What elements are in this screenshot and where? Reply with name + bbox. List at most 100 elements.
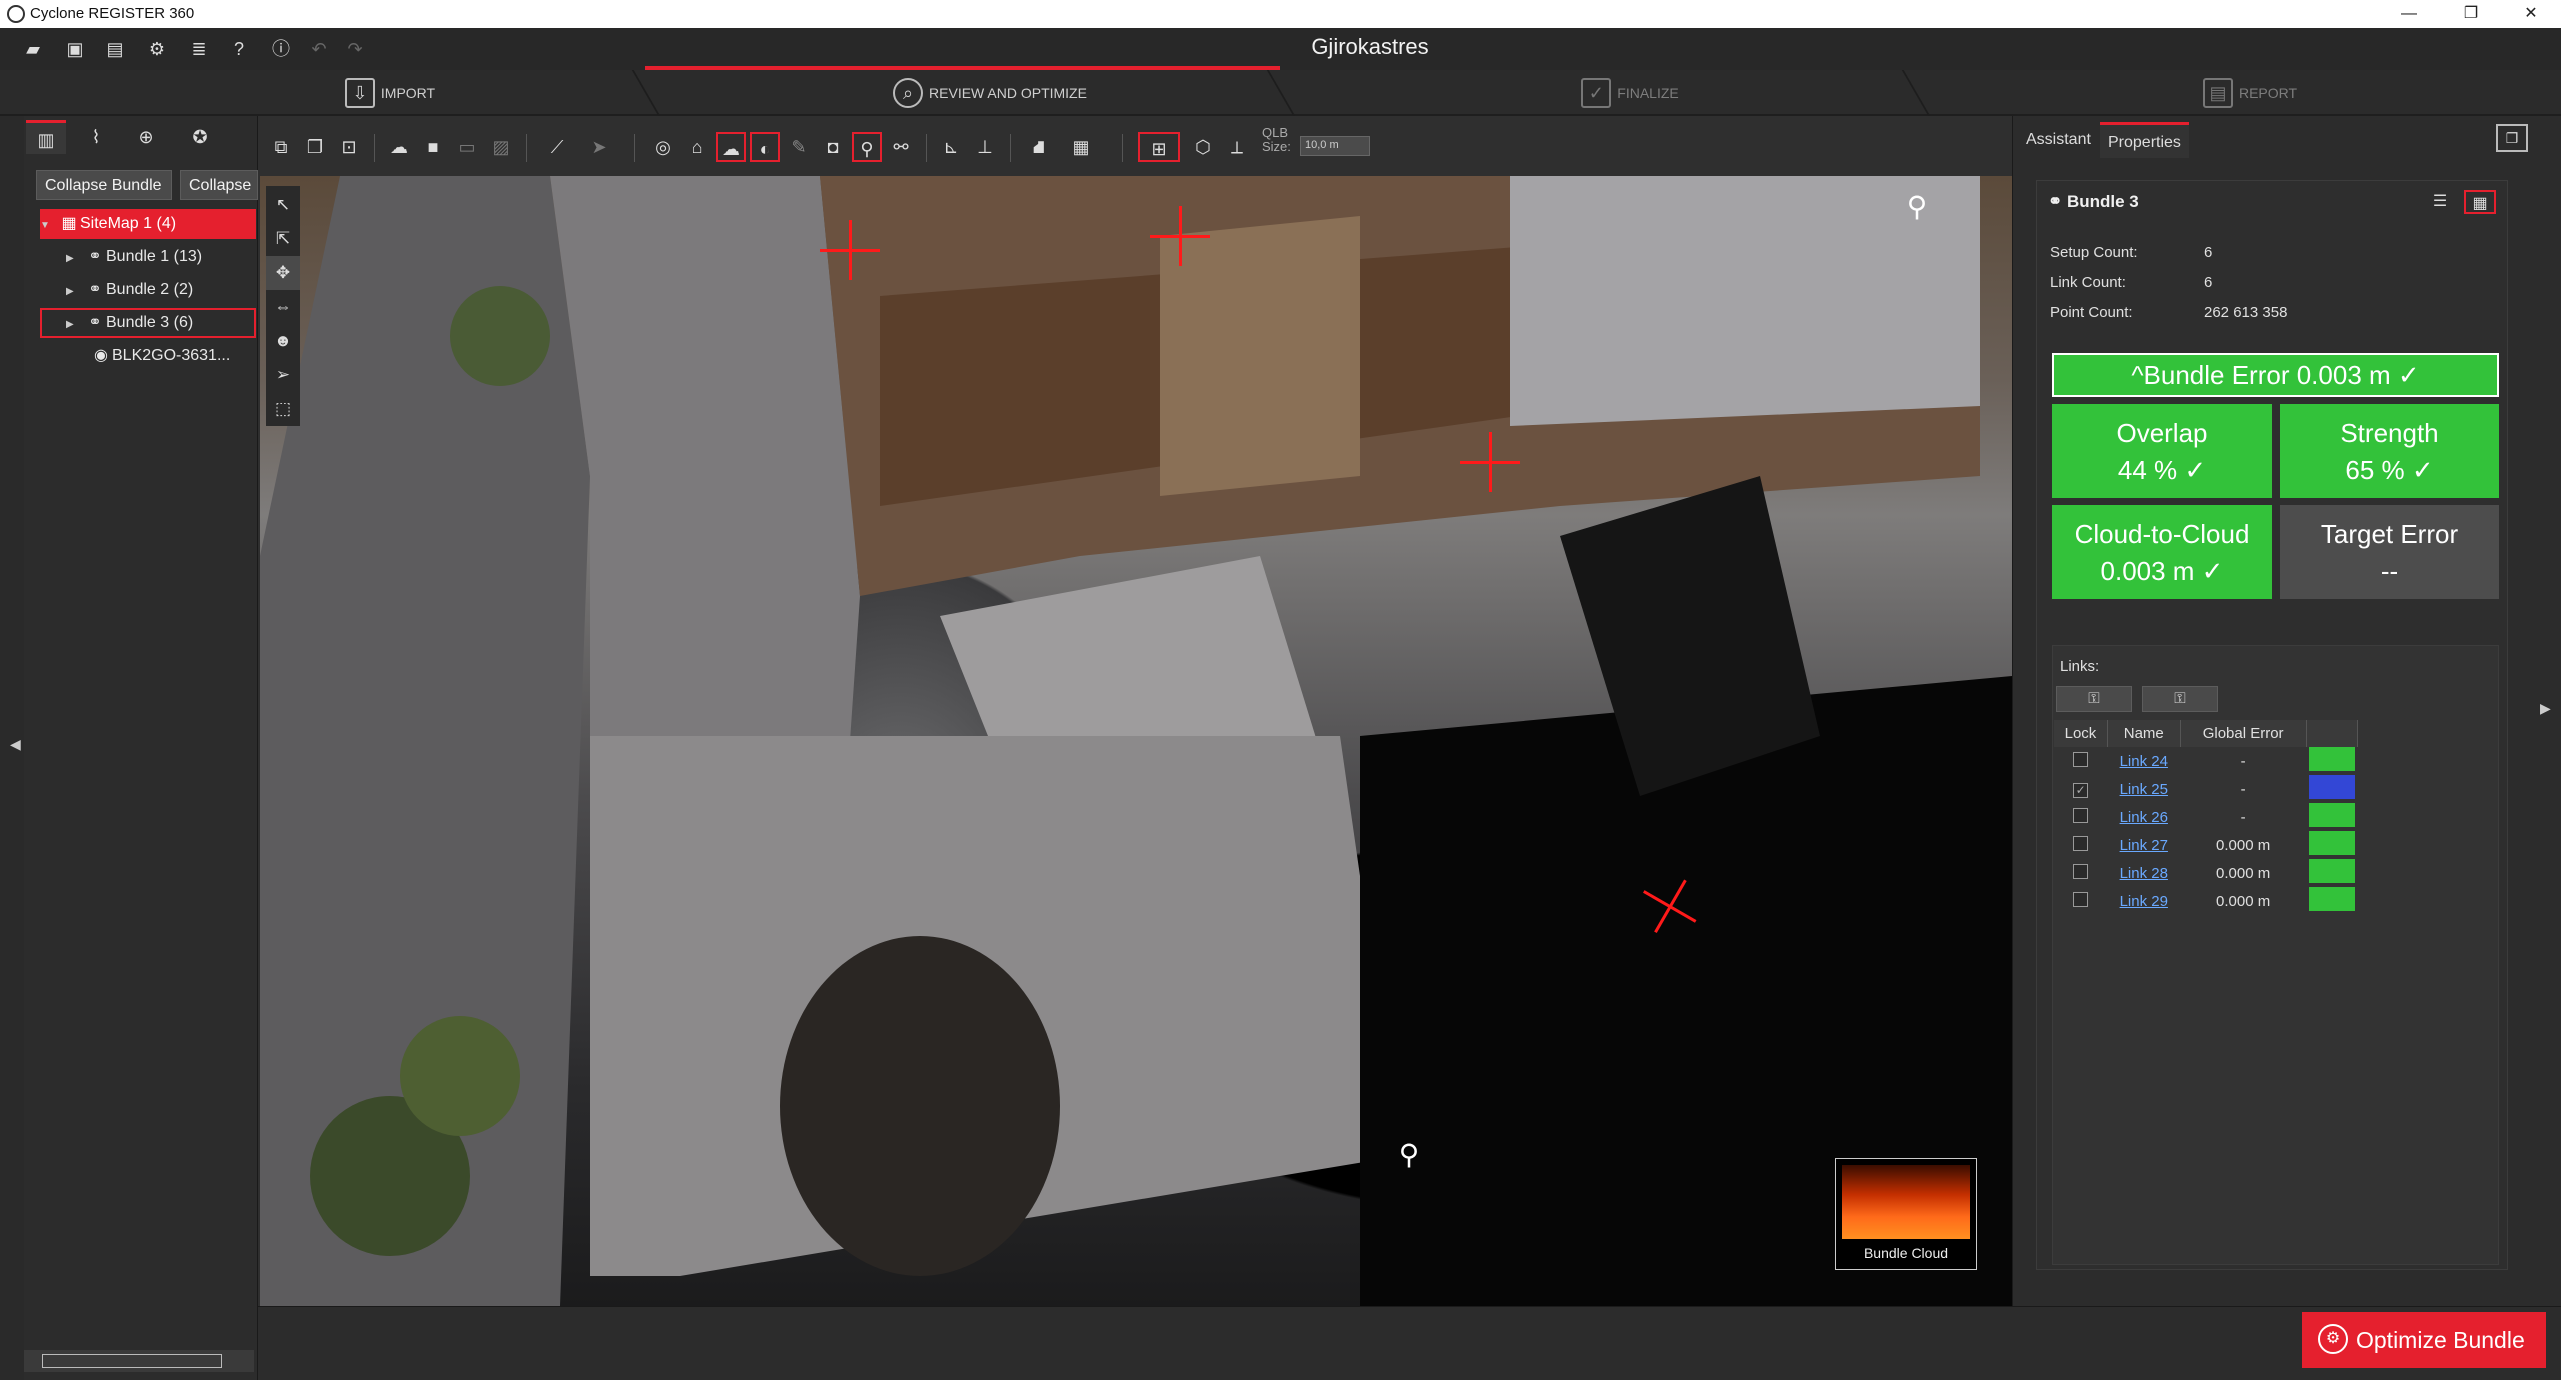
link-name[interactable]: Link 27 bbox=[2107, 831, 2180, 859]
expand-arrow-icon[interactable]: ▼ bbox=[40, 211, 58, 241]
link-name[interactable]: Link 26 bbox=[2107, 803, 2180, 831]
table-row[interactable]: Link 28 0.000 m bbox=[2054, 859, 2358, 887]
point-cloud-viewport[interactable]: ⚲ ⚲ bbox=[260, 176, 2012, 1306]
axis-icon[interactable]: ⊾ bbox=[936, 132, 966, 162]
info-icon[interactable]: ⓘ bbox=[270, 38, 292, 60]
scrollbar-thumb[interactable] bbox=[42, 1354, 222, 1368]
pencil-icon[interactable]: ✎ bbox=[784, 132, 814, 162]
optimize-bundle-button[interactable]: ⚙ Optimize Bundle bbox=[2302, 1312, 2546, 1368]
layout-icon[interactable]: ▤ bbox=[104, 38, 126, 60]
table-row[interactable]: ✓ Link 25 - bbox=[2054, 775, 2358, 803]
collapse-bundle-button[interactable]: Collapse Bundle bbox=[36, 170, 172, 200]
strength-tile[interactable]: Strength 65 % ✓ bbox=[2280, 404, 2499, 498]
measure-icon[interactable]: ⟋ bbox=[542, 132, 572, 162]
cloud-to-cloud-tile[interactable]: Cloud-to-Cloud 0.003 m ✓ bbox=[2052, 505, 2272, 599]
multi-select-icon[interactable]: ⇱ bbox=[266, 222, 300, 256]
link-name[interactable]: Link 25 bbox=[2107, 775, 2180, 803]
link-setup-icon[interactable]: ⚯ bbox=[886, 132, 916, 162]
overlap-tile[interactable]: Overlap 44 % ✓ bbox=[2052, 404, 2272, 498]
lock-checkbox[interactable] bbox=[2073, 807, 2089, 823]
horizontal-scrollbar[interactable] bbox=[24, 1350, 254, 1372]
step-review-and-optimize[interactable]: ⌕ REVIEW AND OPTIMIZE bbox=[840, 70, 1140, 116]
grid-view-icon[interactable]: ▦ bbox=[2464, 190, 2496, 214]
minimize-button[interactable]: — bbox=[2378, 0, 2440, 28]
lock-checkbox[interactable] bbox=[2073, 863, 2089, 879]
tab-attachments[interactable]: ⌇ bbox=[76, 120, 116, 154]
copy-view-icon[interactable]: ❐ bbox=[300, 132, 330, 162]
lock-checkbox[interactable] bbox=[2073, 751, 2089, 767]
tree-item-setup[interactable]: ◉ BLK2GO-3631... bbox=[40, 341, 256, 371]
column-header-lock[interactable]: Lock bbox=[2054, 720, 2108, 747]
collapse-left-arrow-icon[interactable]: ◀ bbox=[10, 736, 21, 753]
link-name[interactable]: Link 28 bbox=[2107, 859, 2180, 887]
cube-view-icon[interactable]: ⬡ bbox=[1188, 132, 1218, 162]
tab-badges[interactable]: ✪ bbox=[180, 120, 220, 154]
square-view-icon[interactable]: ■ bbox=[418, 132, 448, 162]
expand-arrow-icon[interactable]: ▶ bbox=[66, 244, 84, 274]
lock-checkbox[interactable] bbox=[2073, 835, 2089, 851]
lock-links-button[interactable]: ⚿ bbox=[2056, 686, 2132, 712]
unlock-links-button[interactable]: ⚿ bbox=[2142, 686, 2218, 712]
help-icon[interactable]: ? bbox=[228, 38, 250, 60]
fly-mode-icon[interactable]: ➢ bbox=[266, 358, 300, 392]
column-header-name[interactable]: Name bbox=[2107, 720, 2181, 747]
lock-checkbox[interactable]: ✓ bbox=[2073, 782, 2089, 798]
link-name[interactable]: Link 29 bbox=[2107, 887, 2180, 915]
collapse-button[interactable]: Collapse bbox=[180, 170, 258, 200]
table-row[interactable]: Link 29 0.000 m bbox=[2054, 887, 2358, 915]
table-row[interactable]: Link 26 - bbox=[2054, 803, 2358, 831]
pointer-mode-icon[interactable]: ➤ bbox=[584, 132, 614, 162]
tree-item-sitemap[interactable]: ▼ ▦ SiteMap 1 (4) bbox=[40, 209, 256, 239]
save-icon[interactable]: ▣ bbox=[64, 38, 86, 60]
settings-gear-icon[interactable]: ⚙ bbox=[146, 38, 168, 60]
cloud-view-icon[interactable]: ☁ bbox=[384, 132, 414, 162]
road-icon[interactable]: ⛘ bbox=[1024, 132, 1054, 162]
close-button[interactable]: ✕ bbox=[2500, 0, 2561, 28]
database-icon[interactable]: ≣ bbox=[188, 38, 210, 60]
list-view-icon[interactable]: ☰ bbox=[2424, 190, 2456, 214]
camera-icon[interactable]: ◘ bbox=[818, 132, 848, 162]
tab-properties[interactable]: Properties bbox=[2100, 122, 2189, 158]
open-folder-icon[interactable]: ▰ bbox=[22, 38, 44, 60]
box-clip-icon[interactable]: ⬚ bbox=[266, 392, 300, 426]
link-name[interactable]: Link 24 bbox=[2107, 747, 2180, 775]
setup-location-pin-icon[interactable]: ⚲ bbox=[1396, 1138, 1422, 1172]
select-arrow-icon[interactable]: ↖ bbox=[266, 188, 300, 222]
measure-mode-icon[interactable]: ⟂ bbox=[1222, 132, 1252, 162]
distance-icon[interactable]: ⇔ bbox=[266, 290, 300, 324]
orbit-icon[interactable]: ✥ bbox=[266, 256, 300, 290]
maximize-button[interactable]: ❐ bbox=[2440, 0, 2502, 28]
tree-item-bundle-1[interactable]: ▶ ⚭ Bundle 1 (13) bbox=[40, 242, 256, 272]
color-toggle-icon[interactable]: ◐ bbox=[750, 132, 780, 162]
walk-mode-icon[interactable]: ☻ bbox=[266, 324, 300, 358]
bundle-cloud-thumbnail[interactable]: Bundle Cloud bbox=[1835, 1158, 1977, 1270]
table-row[interactable]: Link 24 - bbox=[2054, 747, 2358, 775]
target-icon[interactable]: ◎ bbox=[648, 132, 678, 162]
tab-georeference[interactable]: ⊕ bbox=[126, 120, 166, 154]
step-finalize[interactable]: ✓ FINALIZE bbox=[1530, 70, 1730, 116]
expand-arrow-icon[interactable]: ▶ bbox=[66, 310, 84, 340]
tree-item-bundle-2[interactable]: ▶ ⚭ Bundle 2 (2) bbox=[40, 275, 256, 305]
tag-icon[interactable]: ⌂ bbox=[682, 132, 712, 162]
zoom-fit-icon[interactable]: ⊡ bbox=[334, 132, 364, 162]
step-import[interactable]: ⇩ IMPORT bbox=[260, 70, 520, 116]
qlb-size-input[interactable]: 10,0 m bbox=[1300, 136, 1370, 156]
column-header-global-error[interactable]: Global Error bbox=[2180, 720, 2307, 747]
cloud-toggle-icon[interactable]: ☁ bbox=[716, 132, 746, 162]
undo-icon[interactable]: ↶ bbox=[308, 38, 330, 60]
tab-assistant[interactable]: Assistant bbox=[2018, 122, 2099, 158]
lock-checkbox[interactable] bbox=[2073, 891, 2089, 907]
level-icon[interactable]: ⊥ bbox=[970, 132, 1000, 162]
setup-location-pin-icon[interactable]: ⚲ bbox=[1904, 190, 1930, 224]
table-row[interactable]: Link 27 0.000 m bbox=[2054, 831, 2358, 859]
location-pin-icon[interactable]: ⚲ bbox=[852, 132, 882, 162]
pan-icon[interactable]: ⧉ bbox=[266, 132, 296, 162]
target-error-tile[interactable]: Target Error -- bbox=[2280, 505, 2499, 599]
expand-arrow-icon[interactable]: ▶ bbox=[66, 277, 84, 307]
panel-layout-icon[interactable]: ❐ bbox=[2496, 124, 2528, 152]
tree-item-bundle-3[interactable]: ▶ ⚭ Bundle 3 (6) bbox=[40, 308, 256, 338]
tab-tree-view[interactable]: ▥ bbox=[26, 120, 66, 154]
selection-box-icon[interactable]: ▦ bbox=[1066, 132, 1096, 162]
image-view-icon[interactable]: ▨ bbox=[486, 132, 516, 162]
bundle-error-tile[interactable]: ^Bundle Error 0.003 m ✓ bbox=[2052, 353, 2499, 397]
